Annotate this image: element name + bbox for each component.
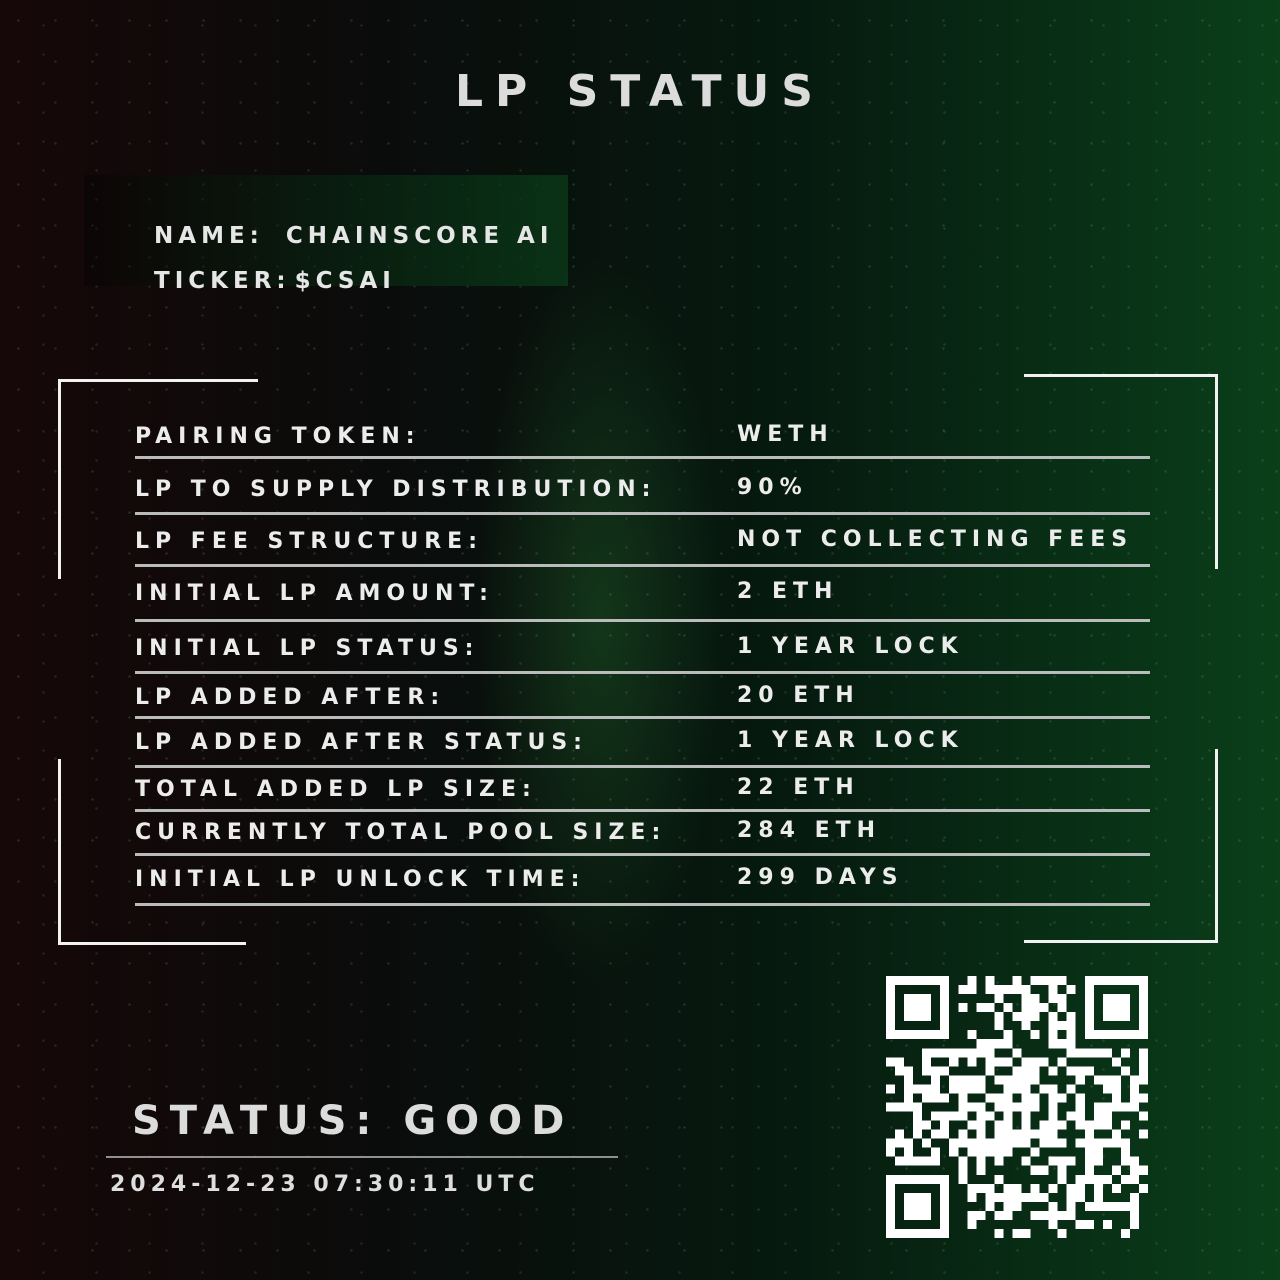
- row-value: 284 ETH: [737, 818, 882, 843]
- row-value: 22 ETH: [737, 775, 860, 800]
- row-divider: [135, 671, 1150, 674]
- row-label: INITIAL LP UNLOCK TIME:: [135, 867, 586, 892]
- row-value: 20 ETH: [737, 683, 860, 708]
- row-label: PAIRING TOKEN:: [135, 424, 421, 449]
- row-value: NOT COLLECTING FEES: [737, 527, 1134, 552]
- timestamp: 2024-12-23 07:30:11 UTC: [110, 1172, 540, 1197]
- frame-corner-bottom-right: [1024, 749, 1218, 943]
- ticker-row: TICKER: $CSAI: [102, 242, 396, 320]
- status-text: STATUS: GOOD: [132, 1098, 574, 1144]
- row-label: LP ADDED AFTER STATUS:: [135, 730, 588, 755]
- row-divider: [135, 765, 1150, 768]
- row-value: 1 YEAR LOCK: [737, 728, 964, 753]
- row-divider: [135, 564, 1150, 567]
- token-info-box: NAME: CHAINSCORE AI TICKER: $CSAI: [84, 175, 568, 294]
- row-label: INITIAL LP STATUS:: [135, 636, 480, 661]
- row-label: INITIAL LP AMOUNT:: [135, 581, 494, 606]
- row-value: 90%: [737, 475, 808, 500]
- row-divider: [135, 853, 1150, 856]
- row-label: TOTAL ADDED LP SIZE:: [135, 777, 537, 802]
- status-divider: [106, 1156, 618, 1158]
- row-divider: [135, 716, 1150, 719]
- row-label: LP ADDED AFTER:: [135, 685, 446, 710]
- row-label: LP FEE STRUCTURE:: [135, 529, 483, 554]
- ticker-value: $CSAI: [294, 268, 396, 294]
- qr-code-icon: [886, 976, 1148, 1238]
- row-divider: [135, 512, 1150, 515]
- page-title: LP STATUS: [455, 66, 825, 117]
- row-divider: [135, 903, 1150, 906]
- row-divider: [135, 456, 1150, 459]
- row-value: 299 DAYS: [737, 865, 904, 890]
- ticker-label: TICKER:: [154, 268, 291, 294]
- row-label: LP TO SUPPLY DISTRIBUTION:: [135, 477, 657, 502]
- row-divider: [135, 809, 1150, 812]
- row-value: 2 ETH: [737, 579, 839, 604]
- row-value: 1 YEAR LOCK: [737, 634, 964, 659]
- row-label: CURRENTLY TOTAL POOL SIZE:: [135, 820, 667, 845]
- row-divider: [135, 619, 1150, 622]
- row-value: WETH: [737, 422, 834, 447]
